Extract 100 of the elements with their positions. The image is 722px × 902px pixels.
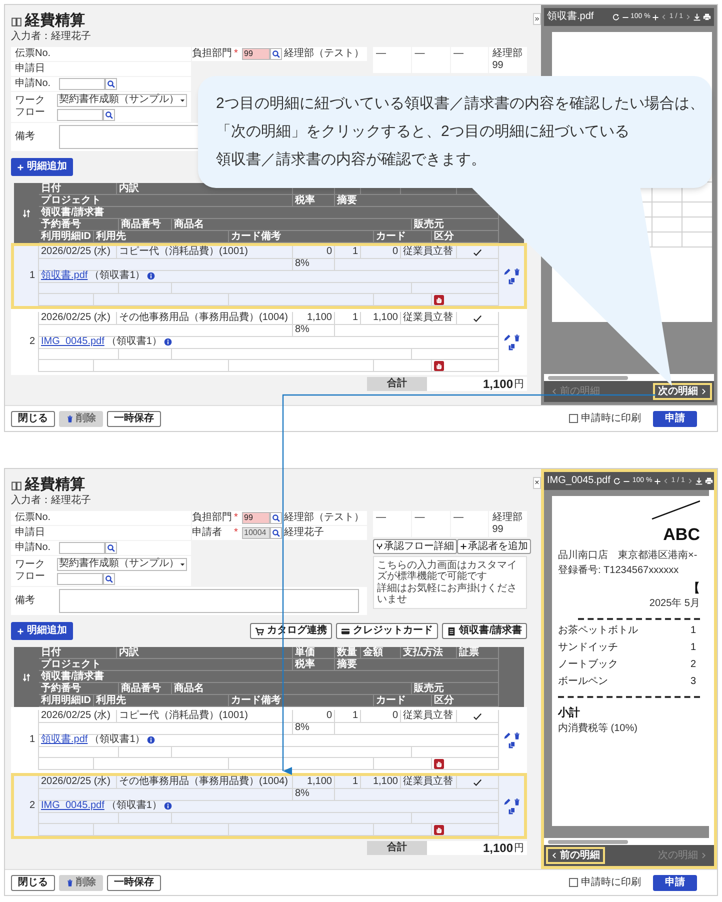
total-label: 合計 <box>367 377 427 391</box>
receipt-item: サンドイッチ <box>558 642 618 654</box>
subtotal-label: 小計 <box>558 706 580 720</box>
column-header: 販売元 <box>412 683 499 695</box>
quantity-cell: 1 <box>352 710 358 722</box>
column-header: 単価 <box>293 647 335 659</box>
column-header: 予約番号 <box>39 219 119 231</box>
required-mark: * <box>234 512 239 524</box>
price-cell: 0 <box>326 710 332 722</box>
entered-by-text: 入力者：経理花子 <box>11 31 91 43</box>
attachment-note: （領収書1） <box>106 336 162 348</box>
receipt-bracket: 【 <box>688 581 700 596</box>
column-header: 利用明細ID <box>39 695 94 707</box>
price-cell: 0 <box>326 246 332 258</box>
receipt-heading: ABC <box>663 524 700 546</box>
callout-text: 「次の明細」をクリックすると、2つ目の明細に紐づいている <box>216 122 630 142</box>
tax-rate-cell: 8% <box>295 722 310 734</box>
item-cell: コピー代（消耗品費）(1001) <box>119 710 248 722</box>
approver-text: 99 <box>492 524 504 536</box>
column-header: 利用先 <box>94 695 229 707</box>
column-header: プロジェクト <box>39 195 293 207</box>
column-header: 日付 <box>39 647 117 659</box>
checkbox-label: 申請時に印刷 <box>581 876 641 889</box>
column-header: 支払方法 <box>401 647 457 659</box>
column-header: カード <box>374 695 432 707</box>
receipt-quantity: 3 <box>690 676 696 688</box>
field-value: 経理部（テスト） <box>284 512 364 524</box>
column-header: 商品番号 <box>119 219 172 231</box>
payment-cell: 従業員立替 <box>403 312 453 324</box>
column-header: 予約番号 <box>39 683 119 695</box>
row-number: 2 <box>29 800 35 812</box>
approver-text: 経理部 <box>492 512 522 524</box>
file-name: 領収書.pdf <box>547 11 594 23</box>
field-label: 負担部門 <box>192 512 232 524</box>
column-header: 区分 <box>432 231 499 243</box>
quantity-cell: 1 <box>352 312 358 324</box>
approver-text: — <box>376 512 386 524</box>
column-header: 領収書/請求書 <box>39 671 499 683</box>
column-header: 領収書/請求書 <box>39 207 499 219</box>
receipt-quantity: 1 <box>690 642 696 654</box>
callout-text: 2つ目の明細に紐づいている領収書／請求書の内容を確認したい場合は、 <box>216 94 704 114</box>
column-header: 税率 <box>293 659 335 671</box>
approver-text: 99 <box>492 60 504 72</box>
field-label: 負担部門 <box>192 48 232 60</box>
total-amount: 1,100 <box>482 841 513 855</box>
row-number: 1 <box>29 734 35 746</box>
column-header: 内訳 <box>117 647 293 659</box>
total-amount: 1,100 <box>482 377 513 391</box>
item-cell: コピー代（消耗品費）(1001) <box>119 246 248 258</box>
tax-rate-cell: 8% <box>295 324 310 336</box>
receipt-item: ボールペン <box>558 676 608 688</box>
row-number: 1 <box>29 270 35 282</box>
field-value: 経理部（テスト） <box>284 48 364 60</box>
callout-text: 領収書／請求書の内容が確認できます。 <box>216 150 486 170</box>
column-header: プロジェクト <box>39 659 293 671</box>
field-label: 申請日 <box>15 63 45 75</box>
receipt-date: 2025年 5月 <box>649 598 700 610</box>
column-header: 区分 <box>432 695 499 707</box>
tax-rate-cell: 8% <box>295 258 310 270</box>
payment-cell: 従業員立替 <box>403 710 453 722</box>
currency-unit: 円 <box>514 843 524 855</box>
approver-text: 経理部 <box>492 48 522 60</box>
payment-cell: 従業員立替 <box>403 776 453 788</box>
tax-note: 内消費税等 (10%) <box>558 723 638 735</box>
currency-unit: 円 <box>514 379 524 391</box>
approver-text: — <box>414 512 425 524</box>
item-cell: その他事務用品（事務用品費）(1004) <box>119 312 288 324</box>
approver-text: — <box>454 48 464 60</box>
column-header: 数量 <box>335 647 361 659</box>
registration-number: 登録番号: T1234567xxxxxx <box>558 565 679 577</box>
field-label: ワークフロー <box>15 95 45 119</box>
quantity-cell: 1 <box>352 776 358 788</box>
page-title: 経費精算 <box>25 476 85 494</box>
field-label: ワークフロー <box>15 559 45 583</box>
field-label: 申請日 <box>15 527 45 539</box>
column-header: 日付 <box>39 183 117 195</box>
attachment-note: （領収書1） <box>90 734 146 746</box>
required-mark: * <box>234 527 239 539</box>
field-label: 備考 <box>15 595 36 607</box>
column-header: 金額 <box>361 647 401 659</box>
page-title: 経費精算 <box>25 12 85 30</box>
attachment-note: （領収書1） <box>90 270 146 282</box>
attachment-note: （領収書1） <box>106 800 162 812</box>
total-label: 合計 <box>367 841 427 855</box>
field-label: 申請No. <box>15 78 52 90</box>
item-cell: その他事務用品（事務用品費）(1004) <box>119 776 288 788</box>
checkbox-label: 申請時に印刷 <box>581 412 641 425</box>
amount-cell: 1,100 <box>372 312 398 324</box>
receipt-item: お茶ペットボトル <box>558 625 638 637</box>
note-text: 詳細はお気軽にお声掛けくださいませ <box>377 583 518 605</box>
store-address: 品川南口店 東京都港区港南×- <box>558 550 698 562</box>
entered-by-text: 入力者：経理花子 <box>11 495 91 507</box>
column-header: 利用先 <box>94 231 229 243</box>
column-header: 販売元 <box>412 219 499 231</box>
field-label: 伝票No. <box>15 48 51 60</box>
approver-text: — <box>454 512 464 524</box>
column-header: 証票 <box>457 647 499 659</box>
field-label: 申請者 <box>192 527 223 539</box>
column-header: 商品名 <box>172 219 412 231</box>
field-label: 伝票No. <box>15 512 51 524</box>
